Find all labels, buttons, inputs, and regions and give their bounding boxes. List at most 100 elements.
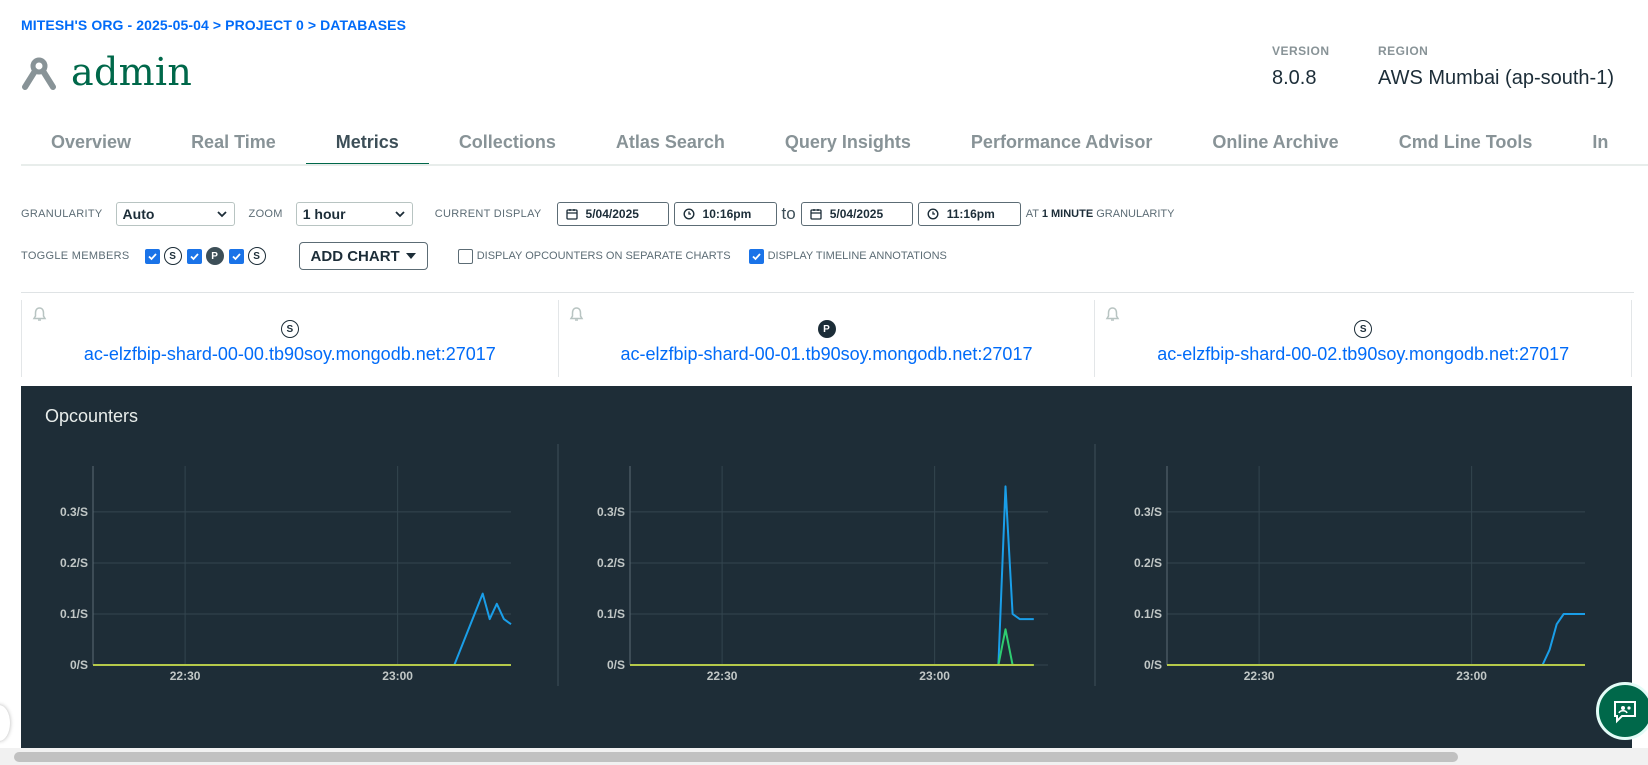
- tab-metrics[interactable]: Metrics: [305, 124, 429, 164]
- host-header: P ac-elzfbip-shard-00-01.tb90soy.mongodb…: [559, 300, 1096, 377]
- host-header: S ac-elzfbip-shard-00-02.tb90soy.mongodb…: [1095, 300, 1633, 377]
- region-label: REGION: [1378, 44, 1429, 58]
- add-chart-label: ADD CHART: [310, 247, 400, 265]
- start-time-value: 10:16pm: [702, 207, 752, 221]
- chat-button[interactable]: [1596, 682, 1648, 740]
- tab-atlas-search[interactable]: Atlas Search: [586, 124, 755, 164]
- tab-bar: Overview Real Time Metrics Collections A…: [21, 124, 1648, 166]
- granularity-value: Auto: [122, 206, 155, 222]
- y-tick-label: 0.2/S: [1134, 556, 1162, 570]
- tab-real-time[interactable]: Real Time: [161, 124, 306, 164]
- tab-online-archive[interactable]: Online Archive: [1182, 124, 1368, 164]
- toggle-members-label: TOGGLE MEMBERS: [21, 250, 130, 262]
- y-tick-label: 0.3/S: [1134, 505, 1162, 519]
- version-value: 8.0.8: [1272, 67, 1317, 89]
- primary-role-badge: P: [817, 320, 836, 338]
- end-time-input[interactable]: 11:16pm: [917, 202, 1021, 226]
- scrollbar-thumb[interactable]: [14, 752, 1458, 762]
- member-2-checkbox[interactable]: [186, 248, 202, 264]
- horizontal-scrollbar[interactable]: [0, 748, 1648, 765]
- x-tick-label: 23:00: [382, 669, 413, 683]
- host-link[interactable]: ac-elzfbip-shard-00-02.tb90soy.mongodb.n…: [1095, 344, 1631, 365]
- x-tick-label: 22:30: [707, 669, 738, 683]
- add-chart-button[interactable]: ADD CHART: [298, 242, 428, 270]
- separate-charts-label: DISPLAY OPCOUNTERS ON SEPARATE CHARTS: [476, 250, 731, 262]
- series-line: [630, 628, 1034, 666]
- calendar-icon: [810, 209, 822, 220]
- tab-query-insights[interactable]: Query Insights: [755, 124, 941, 164]
- tab-overview[interactable]: Overview: [21, 124, 161, 164]
- member-controls: TOGGLE MEMBERS S P S ADD CHART DISPLAY O…: [21, 242, 947, 270]
- y-tick-label: 0.2/S: [597, 556, 625, 570]
- bell-icon[interactable]: [31, 306, 48, 323]
- host-header-row: S ac-elzfbip-shard-00-00.tb90soy.mongodb…: [21, 300, 1633, 377]
- series-line: [93, 592, 512, 666]
- page-title: admin: [71, 50, 193, 94]
- separate-charts-checkbox[interactable]: [457, 248, 473, 264]
- database-title: admin: [21, 50, 192, 94]
- tab-cmd-line-tools[interactable]: Cmd Line Tools: [1369, 124, 1563, 164]
- check-icon: [751, 252, 761, 260]
- clock-icon: [927, 208, 939, 220]
- tab-collections[interactable]: Collections: [429, 124, 586, 164]
- chevron-down-icon: [395, 211, 405, 218]
- granularity-amount: 1 MINUTE: [1041, 208, 1094, 220]
- y-tick-label: 0.3/S: [597, 505, 625, 519]
- to-label: to: [781, 204, 796, 223]
- annotations-option[interactable]: DISPLAY TIMELINE ANNOTATIONS: [748, 248, 947, 264]
- chevron-down-icon: [216, 211, 227, 218]
- host-link[interactable]: ac-elzfbip-shard-00-00.tb90soy.mongodb.n…: [22, 344, 558, 365]
- bell-icon[interactable]: [568, 306, 585, 323]
- database-user-icon: [22, 57, 56, 90]
- metrics-display-controls: GRANULARITY Auto ZOOM 1 hour CURRENT DIS…: [21, 202, 1175, 226]
- y-tick-label: 0/S: [70, 658, 88, 672]
- opcounters-chart-panel: Opcounters 22:30 23:00 0/S 0.1/S 0.2/S 0.3/S 2…: [21, 386, 1632, 748]
- start-time-input[interactable]: 10:16pm: [673, 202, 777, 226]
- region-value: AWS Mumbai (ap-south-1): [1378, 67, 1614, 89]
- secondary-badge: S: [247, 247, 266, 265]
- x-tick-label: 22:30: [170, 669, 201, 683]
- granularity-select[interactable]: Auto: [115, 202, 235, 226]
- member-1-checkbox[interactable]: [144, 248, 160, 264]
- x-tick-label: 22:30: [1244, 669, 1275, 683]
- secondary-role-badge: S: [280, 320, 299, 338]
- zoom-select[interactable]: 1 hour: [295, 202, 413, 226]
- y-tick-label: 0/S: [1144, 658, 1162, 672]
- version-label: VERSION: [1272, 44, 1330, 58]
- granularity-label: GRANULARITY: [21, 208, 103, 220]
- separate-charts-option[interactable]: DISPLAY OPCOUNTERS ON SEPARATE CHARTS: [457, 248, 731, 264]
- chat-icon: [1614, 701, 1636, 724]
- caret-down-icon: [405, 253, 416, 259]
- member-3-checkbox[interactable]: [228, 248, 244, 264]
- tab-overflow[interactable]: In: [1562, 124, 1638, 164]
- series-line: [630, 485, 1034, 666]
- version-info: VERSION 8.0.8: [1272, 44, 1330, 90]
- side-panel-handle[interactable]: [0, 705, 10, 741]
- start-date-input[interactable]: 5/04/2025: [556, 202, 669, 226]
- zoom-label: ZOOM: [248, 208, 283, 220]
- annotations-checkbox[interactable]: [748, 248, 764, 264]
- secondary-badge: S: [163, 247, 182, 265]
- current-display-label: CURRENT DISPLAY: [434, 208, 542, 220]
- host-header: S ac-elzfbip-shard-00-00.tb90soy.mongodb…: [21, 300, 559, 377]
- at-label: AT: [1025, 208, 1039, 220]
- breadcrumb[interactable]: MITESH'S ORG - 2025-05-04 > PROJECT 0 > …: [21, 17, 406, 33]
- start-date-value: 5/04/2025: [585, 207, 639, 221]
- y-tick-label: 0.1/S: [1134, 607, 1162, 621]
- granularity-suffix: GRANULARITY: [1096, 208, 1175, 220]
- check-icon: [189, 252, 199, 260]
- opcounters-charts[interactable]: 22:30 23:00 0/S 0.1/S 0.2/S 0.3/S 22:30 23:00 0/…: [21, 386, 1632, 748]
- check-icon: [231, 252, 241, 260]
- region-info: REGION AWS Mumbai (ap-south-1): [1378, 44, 1614, 90]
- y-tick-label: 0.2/S: [60, 556, 88, 570]
- secondary-role-badge: S: [1354, 320, 1373, 338]
- bell-icon[interactable]: [1104, 306, 1121, 323]
- tab-performance-advisor[interactable]: Performance Advisor: [941, 124, 1182, 164]
- host-link[interactable]: ac-elzfbip-shard-00-01.tb90soy.mongodb.n…: [559, 344, 1095, 365]
- zoom-value: 1 hour: [302, 206, 346, 222]
- end-date-value: 5/04/2025: [829, 207, 884, 221]
- granularity-summary: AT 1 MINUTE GRANULARITY: [1026, 208, 1175, 220]
- end-date-input[interactable]: 5/04/2025: [800, 202, 913, 226]
- clock-icon: [683, 208, 695, 220]
- primary-badge: P: [205, 247, 224, 265]
